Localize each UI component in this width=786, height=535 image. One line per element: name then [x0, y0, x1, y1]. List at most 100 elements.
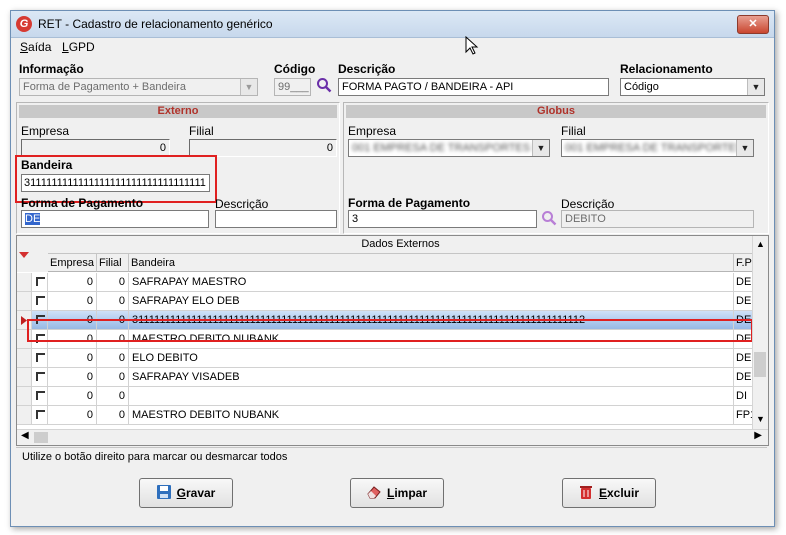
cell-empresa: 0 [48, 292, 97, 311]
status-bar: Utilize o botão direito para marcar ou d… [16, 447, 767, 465]
globus-empresa-value: 001 EMPRESA DE TRANSPORTES LTDA [352, 142, 550, 154]
save-icon [156, 485, 171, 499]
forma-pagamento-search-icon[interactable] [541, 210, 557, 226]
cell-bandeira [129, 387, 734, 406]
scroll-left-icon[interactable]: ◀ [21, 430, 29, 441]
close-button[interactable]: ✕ [737, 15, 769, 34]
horizontal-scrollbar[interactable]: ◀ ▶ [17, 429, 768, 445]
row-indicator[interactable] [17, 387, 32, 406]
table-row[interactable]: 0 0 DI [17, 387, 753, 406]
scroll-right-icon[interactable]: ▶ [754, 430, 762, 441]
limpar-button[interactable]: Limpar [350, 478, 444, 508]
row-indicator[interactable] [17, 368, 32, 387]
grid-caption: Dados Externos [48, 236, 753, 254]
checkbox-icon[interactable] [36, 277, 45, 286]
col-empresa[interactable]: Empresa [48, 254, 97, 272]
row-checkbox[interactable] [32, 368, 48, 387]
relacionamento-select[interactable]: Código ▼ [620, 78, 765, 96]
row-checkbox[interactable] [32, 273, 48, 292]
excluir-button[interactable]: Excluir [562, 478, 656, 508]
globus-forma-pagamento-field[interactable]: 3 [348, 210, 537, 228]
cell-filial: 0 [97, 273, 129, 292]
codigo-label: Código [274, 62, 316, 76]
row-checkbox[interactable] [32, 406, 48, 425]
checkbox-icon[interactable] [36, 391, 45, 400]
globus-forma-pagamento-label: Forma de Pagamento [348, 196, 471, 210]
gravar-button[interactable]: Gravar [139, 478, 233, 508]
horizontal-scroll-thumb[interactable] [34, 432, 48, 443]
cell-filial: 0 [97, 406, 129, 425]
title-bar[interactable]: G RET - Cadastro de relacionamento genér… [11, 11, 774, 38]
chevron-down-icon[interactable]: ▼ [736, 140, 753, 156]
cell-fp: DE [734, 273, 753, 292]
cell-bandeira: SAFRAPAY VISADEB [129, 368, 734, 387]
externo-descricao-field[interactable] [215, 210, 337, 228]
cell-bandeira: SAFRAPAY MAESTRO [129, 273, 734, 292]
menu-saida-label: aída [28, 40, 52, 54]
eraser-icon [367, 486, 381, 499]
row-indicator[interactable] [17, 292, 32, 311]
descricao-field[interactable]: FORMA PAGTO / BANDEIRA - API [338, 78, 609, 96]
row-checkbox[interactable] [32, 292, 48, 311]
vertical-scroll-thumb[interactable] [754, 352, 766, 377]
gravar-label: ravar [185, 486, 216, 500]
row-indicator[interactable] [17, 273, 32, 292]
menu-lgpd[interactable]: LGPD [62, 40, 95, 54]
table-row[interactable]: 00MAESTRO DEBITO NUBANKFP1 [17, 406, 753, 425]
excluir-key: E [598, 486, 607, 500]
checkbox-icon[interactable] [36, 296, 45, 305]
globus-filial-value: 001 EMPRESA DE TRANSPORTES LTDA [565, 142, 754, 154]
externo-forma-pagamento-field[interactable]: DE [21, 210, 209, 228]
row-indicator[interactable] [17, 349, 32, 368]
externo-forma-pagamento-label: Forma de Pagamento [21, 196, 144, 210]
checkbox-icon[interactable] [36, 353, 45, 362]
externo-descricao-label: Descrição [215, 197, 269, 211]
cell-empresa: 0 [48, 273, 97, 292]
highlight-box-selected-row [27, 319, 753, 342]
cell-bandeira: MAESTRO DEBITO NUBANK [129, 406, 734, 425]
globus-filial-label: Filial [561, 124, 586, 138]
relacionamento-label: Relacionamento [620, 62, 713, 76]
cell-filial: 0 [97, 387, 129, 406]
row-checkbox[interactable] [32, 349, 48, 368]
cell-filial: 0 [97, 368, 129, 387]
chevron-down-icon[interactable]: ▼ [240, 79, 257, 95]
cell-fp: DE [734, 349, 753, 368]
row-checkbox[interactable] [32, 387, 48, 406]
chevron-down-icon[interactable]: ▼ [747, 79, 764, 95]
table-row[interactable]: 0 0 SAFRAPAY MAESTRO DE [17, 273, 753, 292]
informacao-select[interactable]: Forma de Pagamento + Bandeira ▼ [19, 78, 258, 96]
sort-arrow-icon[interactable] [19, 252, 29, 260]
checkbox-icon[interactable] [36, 372, 45, 381]
cell-bandeira: ELO DEBITO [129, 349, 734, 368]
col-bandeira[interactable]: Bandeira [129, 254, 734, 272]
col-fp[interactable]: F.P [734, 254, 753, 272]
menu-lgpd-key: L [62, 40, 69, 54]
codigo-field[interactable]: 99___ [274, 78, 311, 96]
cell-bandeira: SAFRAPAY ELO DEB [129, 292, 734, 311]
globus-empresa-select[interactable]: 001 EMPRESA DE TRANSPORTES LTDA ▼ [348, 139, 550, 157]
menu-bar: Saída LGPD [11, 38, 774, 56]
table-row[interactable]: 0 0 ELO DEBITO DE [17, 349, 753, 368]
scroll-up-icon[interactable]: ▲ [756, 239, 765, 249]
informacao-label: Informação [19, 62, 84, 76]
excluir-label: xcluir [607, 486, 640, 500]
cell-fp: FP1 [734, 406, 753, 425]
table-row[interactable]: 0 0 SAFRAPAY ELO DEB DE [17, 292, 753, 311]
chevron-down-icon[interactable]: ▼ [532, 140, 549, 156]
grid-check-header[interactable] [32, 236, 49, 272]
row-indicator[interactable] [17, 406, 32, 425]
globus-filial-select[interactable]: 001 EMPRESA DE TRANSPORTES LTDA ▼ [561, 139, 754, 157]
col-filial[interactable]: Filial [97, 254, 129, 272]
menu-saida[interactable]: Saída [20, 40, 51, 54]
cell-empresa: 0 [48, 349, 97, 368]
codigo-search-icon[interactable] [316, 77, 332, 93]
trash-icon [579, 486, 592, 499]
cell-fp: DE [734, 368, 753, 387]
table-row[interactable]: 0 0 SAFRAPAY VISADEB DE [17, 368, 753, 387]
limpar-label: impar [394, 486, 428, 500]
scroll-down-icon[interactable]: ▼ [756, 414, 765, 424]
vertical-scrollbar[interactable]: ▲ ▼ [752, 236, 768, 429]
externo-forma-pagamento-value: DE [25, 213, 41, 225]
checkbox-icon[interactable] [36, 410, 45, 419]
